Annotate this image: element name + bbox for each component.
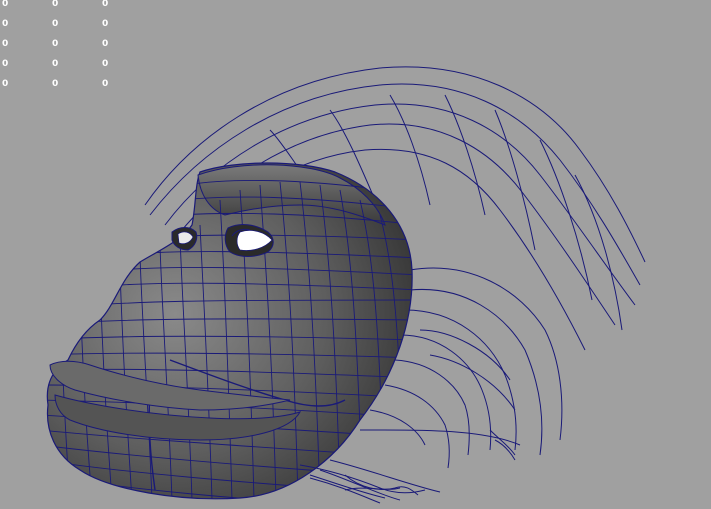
hud-value: 0 <box>2 0 9 9</box>
hud-value: 0 <box>52 39 59 49</box>
hud-value: 0 <box>52 79 59 89</box>
hud-value: 0 <box>2 39 9 49</box>
hud-value: 0 <box>102 19 109 29</box>
hud-value: 0 <box>52 0 59 9</box>
hair-strands-front <box>299 464 426 499</box>
face-mesh <box>46 162 413 500</box>
hud-value: 0 <box>2 59 9 69</box>
hud-value: 0 <box>52 59 59 69</box>
hud-value: 0 <box>102 79 109 89</box>
hud-value: 0 <box>52 19 59 29</box>
hud-value: 0 <box>2 19 9 29</box>
hud-value: 0 <box>102 59 109 69</box>
hud-value: 0 <box>2 79 9 89</box>
hud-value: 0 <box>102 39 109 49</box>
hud-value: 0 <box>102 0 109 9</box>
3d-viewport[interactable]: 0 0 0 0 0 0 0 0 0 0 0 0 0 0 0 <box>0 0 711 509</box>
